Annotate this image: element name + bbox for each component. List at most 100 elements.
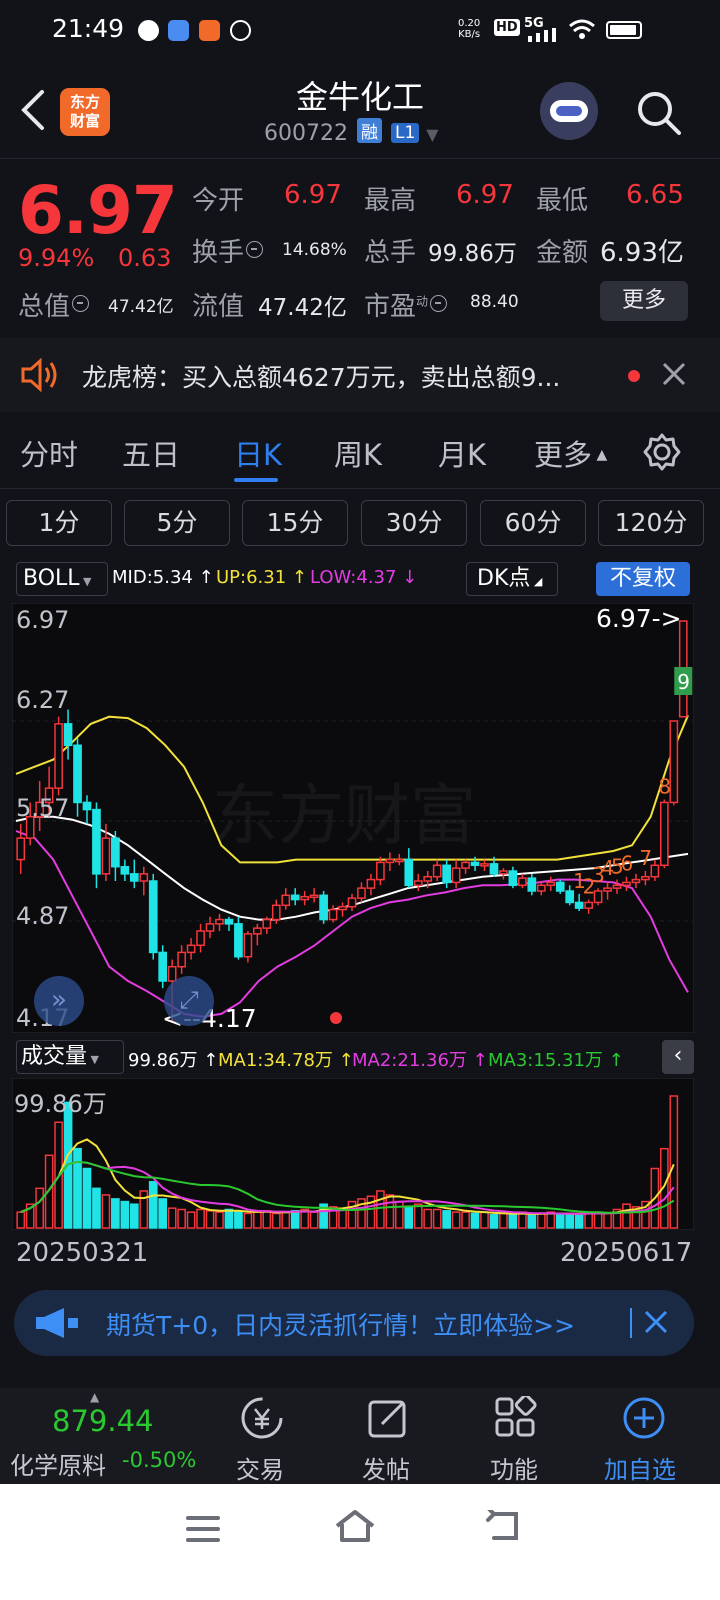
net-speed: 0.20 KB/s [458,18,481,40]
volume-bar [603,1212,612,1229]
last-price-marker: 6.97-> [596,604,682,633]
seq-count-label: 7 [639,846,652,870]
collapse-panel-icon[interactable]: ‹ [662,1040,694,1074]
volume-bar [508,1214,518,1229]
active-tab-indicator [234,478,278,482]
price-axis-3: 5.57 [16,794,70,822]
robot-assistant-icon[interactable] [540,82,598,140]
volume-bar [158,1198,168,1229]
expand-caret-icon[interactable]: ▲ [90,1390,99,1404]
tab-monthly-k[interactable]: 月K [438,432,486,474]
status-time: 21:49 [52,14,125,43]
period-60min[interactable]: 60分 [480,500,586,546]
candle [669,720,679,806]
volume-bar [385,1194,395,1229]
speaker-icon [21,358,57,392]
volume-bar [461,1211,470,1229]
candle [593,888,603,906]
volume-bar [413,1203,423,1229]
volume-bar [82,1167,92,1229]
volume-ma1: MA1:34.78万 ↑ [218,1050,354,1071]
event-dot[interactable] [330,1012,342,1024]
open-label: 今开 [192,186,245,216]
more-quote-button[interactable]: 更多 [600,281,688,321]
volume-bar [177,1208,186,1229]
boll-up: UP:6.31 ↑ [216,567,307,588]
volume-bar [215,1211,224,1229]
low-value: 6.65 [626,180,684,210]
adjust-mode-button[interactable]: 不复权 [596,562,690,596]
volume-bar [423,1208,433,1229]
sector-index-value[interactable]: 879.44 [52,1404,153,1438]
amount-label: 金额 [536,238,589,268]
tab-intraday[interactable]: 分时 [20,432,78,474]
period-120min[interactable]: 120分 [598,500,704,546]
seq-count-label: 9 [677,670,690,694]
tab-more[interactable]: 更多 ▲ [534,432,607,474]
nav-post-label[interactable]: 发帖 [362,1450,410,1485]
dk-point-selector[interactable]: DK点 ◢ [466,562,558,596]
tab-daily-k[interactable]: 日K [234,432,282,474]
stock-code-row: 600722 融 L1 ▼ [264,118,439,146]
stock-header: 东方 财富 金牛化工 600722 融 L1 ▼ [0,60,720,160]
info-icon [246,241,264,258]
close-icon[interactable] [662,362,686,386]
volume-axis-max: 99.86万 [14,1090,107,1118]
dragon-tiger-notice[interactable]: 龙虎榜：买入总额4627万元，卖出总额9... [0,338,720,412]
system-navigation-bar [0,1484,720,1600]
functions-grid-icon[interactable] [494,1396,538,1440]
date-start: 20250321 [16,1238,149,1268]
period-5min[interactable]: 5分 [124,500,230,546]
nav-trade-label[interactable]: 交易 [236,1450,284,1485]
volume-bar [234,1211,243,1229]
hd-icon: HD [494,19,520,36]
message-icon [138,20,159,41]
unread-dot [628,370,640,382]
stock-code: 600722 [264,121,348,146]
futures-ad-banner[interactable]: 期货T+0，日内灵活抓行情！立即体验>> [14,1290,694,1356]
indicator-selector[interactable]: BOLL ▼ [16,562,108,596]
tab-weekly-k[interactable]: 周K [334,432,382,474]
ad-close-icon[interactable] [644,1310,668,1334]
back-icon[interactable] [486,1510,524,1544]
menu-icon[interactable] [186,1514,220,1544]
eastmoney-notify-icon [199,20,220,41]
volume-bar [271,1212,281,1229]
signal-bars-icon [528,28,556,42]
trade-yen-icon[interactable] [240,1396,286,1440]
app-notify-icon [168,20,189,41]
volume-bar [196,1208,205,1229]
search-icon[interactable] [634,88,684,138]
home-icon[interactable] [334,1508,376,1544]
mcap-value: 47.42亿 [108,297,174,317]
add-watchlist-icon[interactable] [622,1396,666,1440]
open-value: 6.97 [284,180,342,210]
volume-bar [565,1212,575,1229]
amount-value: 6.93亿 [600,238,684,268]
tab-five-day[interactable]: 五日 [122,432,180,474]
settings-gear-icon[interactable] [642,432,682,472]
turnover-value: 14.68% [282,240,347,260]
high-label: 最高 [364,186,417,216]
notice-text: 龙虎榜：买入总额4627万元，卖出总额9... [82,363,561,392]
nav-function-label[interactable]: 功能 [490,1450,538,1485]
sector-index-name[interactable]: 化学原料 [10,1446,106,1481]
post-edit-icon[interactable] [366,1396,410,1440]
candle [659,799,669,869]
volume-chart[interactable] [12,1078,694,1230]
volume-bar [120,1200,130,1229]
volume-legend-row: 成交量 ▼ 99.86万 ↑ MA1:34.78万 ↑ MA2:21.36万 ↑… [0,1040,720,1076]
period-1min[interactable]: 1分 [6,500,112,546]
candle [234,916,243,960]
battery-icon [606,21,642,39]
kline-chart[interactable]: 东方财富 123456 789 [12,603,694,1033]
period-30min[interactable]: 30分 [361,500,467,546]
period-15min[interactable]: 15分 [242,500,348,546]
megaphone-icon [36,1308,78,1338]
seq-count-label: 6 [620,852,633,876]
scroll-forward-icon[interactable]: » [34,976,84,1026]
nav-add-watchlist-label[interactable]: 加自选 [604,1450,676,1485]
code-dropdown-icon[interactable]: ▼ [426,125,438,144]
volume-indicator-selector[interactable]: 成交量 ▼ [16,1040,124,1074]
expand-arrows-icon[interactable]: ⤢ [164,976,214,1026]
